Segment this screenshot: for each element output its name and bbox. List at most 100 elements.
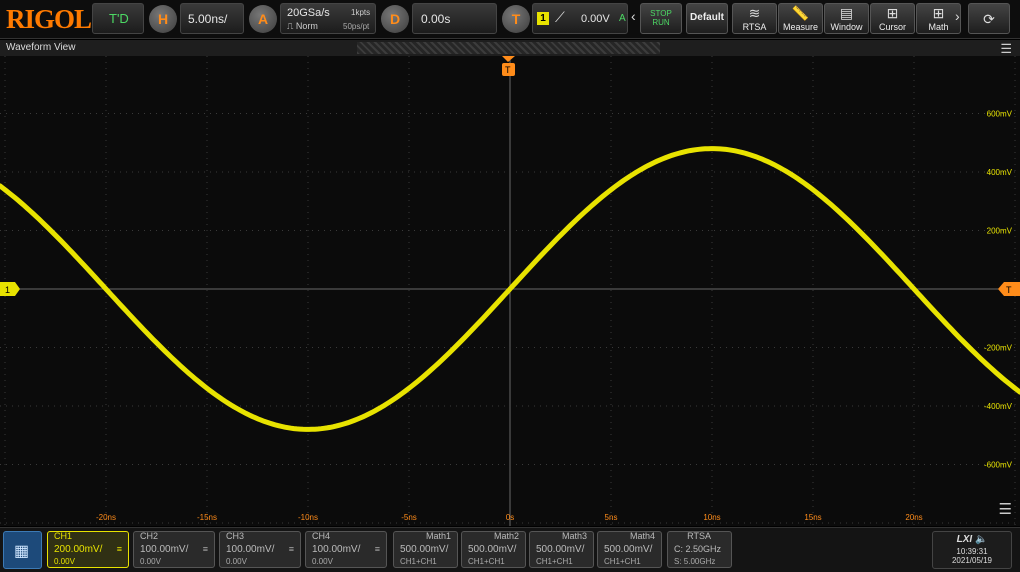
status-clock[interactable]: LXI 🔈 10:39:31 2021/05/19 (932, 531, 1012, 569)
measure-label: Measure (782, 22, 818, 32)
cursor-label: Cursor (878, 22, 906, 32)
refresh-button[interactable]: ⟳ (968, 3, 1010, 34)
math-label: Math (928, 22, 949, 32)
ch4-offset: 0.00V (312, 557, 333, 566)
y-tick-label: -200mV (984, 344, 1013, 353)
ch1-name: CH1 (54, 531, 73, 541)
stop-label: STOP (650, 9, 672, 18)
status-icons: LXI 🔈 (933, 534, 1011, 545)
ch2-scale: 100.00mV/ (140, 544, 189, 555)
ch1-offset-marker[interactable]: 1 (0, 282, 20, 296)
ch3-offset: 0.00V (226, 557, 247, 566)
cursor-icon: ⊞ (886, 5, 899, 21)
ch3-name: CH3 (226, 531, 245, 541)
trigger-field[interactable]: 1 ⟋ 0.00V A (532, 3, 628, 34)
cursor-button[interactable]: ⊞ Cursor (870, 3, 915, 34)
lxi-icon: LXI (956, 534, 973, 545)
x-tick-label: 15ns (804, 513, 821, 522)
bottom-channel-bar: ▦ CH1 200.00mV/ ≡ 0.00V CH2 100.00mV/ ≡ … (0, 527, 1020, 572)
toolbar-right-arrow-icon[interactable]: › (955, 8, 960, 24)
grid-menu-icon: ▦ (14, 543, 30, 560)
math2-name: Math2 (493, 531, 519, 541)
default-button[interactable]: Default (686, 3, 728, 34)
rising-edge-icon: ⟋ (555, 9, 565, 25)
y-tick-label: 400mV (987, 168, 1013, 177)
x-tick-label: -15ns (197, 513, 217, 522)
horizontal-badge[interactable]: H (149, 5, 177, 33)
delay-badge[interactable]: D (381, 5, 409, 33)
window-icon: ▤ (839, 5, 854, 21)
math1-scale: 500.00mV/ (400, 544, 449, 555)
top-toolbar: RIGOL T'D H 5.00ns/ A 20GSa/s 1kpts ⎍ No… (0, 0, 1020, 39)
ch4-scale: 100.00mV/ (312, 544, 361, 555)
ch4-coupling-icon: ≡ (374, 544, 380, 554)
ch3-box[interactable]: CH3 100.00mV/ ≡ 0.00V (219, 531, 301, 568)
speaker-icon: 🔈 (974, 534, 988, 545)
default-label: Default (690, 12, 724, 23)
waveform-screen[interactable]: 600mV 400mV 200mV -200mV -400mV -600mV -20ns -… (0, 56, 1020, 526)
main-menu-button[interactable]: ▦ (3, 531, 42, 569)
math2-scale: 500.00mV/ (468, 544, 517, 555)
ch2-box[interactable]: CH2 100.00mV/ ≡ 0.00V (133, 531, 215, 568)
acquire-field[interactable]: 20GSa/s 1kpts ⎍ Norm 50ps/pt (280, 3, 376, 34)
math4-box[interactable]: Math4 500.00mV/ CH1+CH1 (597, 531, 662, 568)
td-label: T'D (109, 11, 129, 26)
math1-box[interactable]: Math1 500.00mV/ CH1+CH1 (393, 531, 458, 568)
refresh-icon: ⟳ (983, 11, 995, 27)
acquire-mode-label: Norm (295, 21, 318, 31)
waveform-view-titlebar: Waveform View ☰ (0, 40, 1020, 56)
waveform-view-title: Waveform View (6, 42, 76, 53)
math-icon: ⊞ (932, 5, 945, 21)
x-tick-label: 10ns (703, 513, 720, 522)
delay-field[interactable]: 0.00s (412, 3, 497, 34)
ch1-box[interactable]: CH1 200.00mV/ ≡ 0.00V (47, 531, 129, 568)
ch4-name: CH4 (312, 531, 331, 541)
window-button[interactable]: ▤ Window (824, 3, 869, 34)
trigger-mode-letter: A (619, 13, 626, 24)
math3-box[interactable]: Math3 500.00mV/ CH1+CH1 (529, 531, 594, 568)
math3-expression: CH1+CH1 (536, 557, 573, 566)
delay-value: 0.00s (421, 12, 451, 26)
y-tick-label: 200mV (987, 227, 1013, 236)
x-tick-label: -20ns (96, 513, 116, 522)
rtsa-box[interactable]: RTSA C: 2.50GHz S: 5.00GHz (667, 531, 732, 568)
trigger-source-badge: 1 (537, 12, 549, 25)
ch3-coupling-icon: ≡ (288, 544, 294, 554)
memory-depth: 1kpts (351, 8, 371, 17)
td-button[interactable]: T'D (92, 3, 144, 34)
ch2-name: CH2 (140, 531, 159, 541)
ch4-box[interactable]: CH4 100.00mV/ ≡ 0.00V (305, 531, 387, 568)
waveform-svg: 600mV400mV200mV-200mV-400mV-600mV -20ns -… (0, 56, 1020, 526)
y-tick-label: -400mV (984, 402, 1013, 411)
trigger-top-arrow-icon (502, 56, 515, 62)
trigger-level-marker[interactable]: T (998, 282, 1020, 296)
hamburger-menu-icon[interactable]: ☰ (1000, 41, 1012, 57)
rtsa-label: RTSA (742, 22, 767, 32)
record-position-bar[interactable] (357, 42, 660, 54)
measure-icon: 📏 (791, 5, 810, 21)
stop-run-button[interactable]: STOP RUN (640, 3, 682, 34)
math2-box[interactable]: Math2 500.00mV/ CH1+CH1 (461, 531, 526, 568)
sample-rate: 20GSa/s (287, 7, 330, 19)
trigger-badge[interactable]: T (502, 5, 530, 33)
trigger-position-marker-label: T (505, 65, 511, 75)
ch1-offset: 0.00V (54, 557, 75, 566)
x-tick-label: -5ns (401, 513, 417, 522)
expand-menu-icon[interactable]: ☰ (999, 500, 1012, 518)
ch1-scale: 200.00mV/ (54, 544, 103, 555)
trigger-position-marker[interactable]: T (502, 63, 515, 76)
acquire-badge[interactable]: A (249, 5, 277, 33)
horizontal-scale-field[interactable]: 5.00ns/ (180, 3, 244, 34)
x-tick-label: 0s (506, 513, 514, 522)
rtsa-icon: ≋ (748, 5, 761, 21)
clock-date: 2021/05/19 (951, 556, 993, 565)
toolbar-left-arrow-icon[interactable]: ‹ (631, 8, 636, 24)
x-axis-labels: -20ns -15ns -10ns -5ns 0s 5ns 10ns 15ns 20ns (96, 513, 923, 522)
math2-expression: CH1+CH1 (468, 557, 505, 566)
rtsa-center: C: 2.50GHz (674, 544, 722, 554)
x-tick-label: 20ns (905, 513, 922, 522)
rtsa-span: S: 5.00GHz (674, 557, 716, 566)
run-label: RUN (652, 18, 670, 27)
measure-button[interactable]: 📏 Measure (778, 3, 823, 34)
rtsa-button[interactable]: ≋ RTSA (732, 3, 777, 34)
